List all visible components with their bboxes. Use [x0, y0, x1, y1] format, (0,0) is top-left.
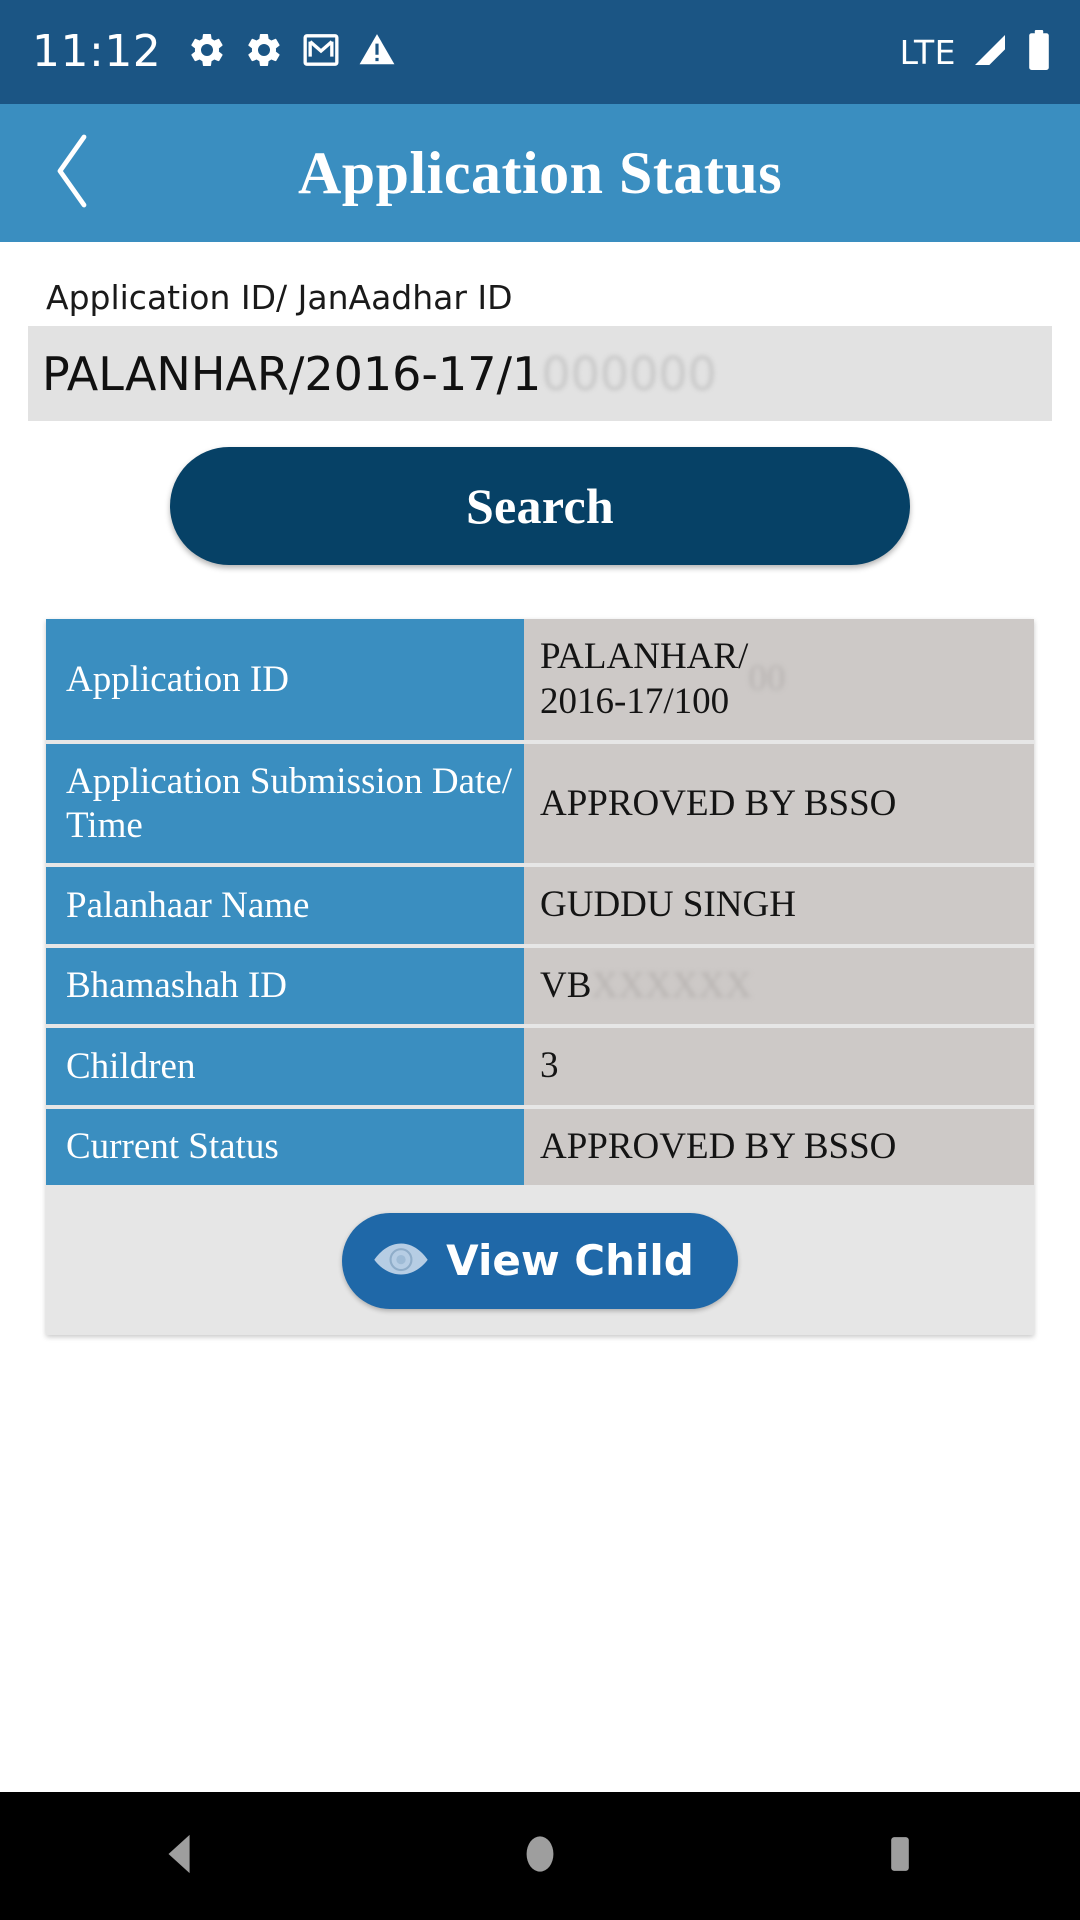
- settings-gear-icon: [244, 30, 284, 75]
- application-id-redacted-text: 000000: [541, 346, 717, 401]
- search-button-row: Search: [0, 447, 1080, 566]
- table-row-value: APPROVED BY BSSO: [524, 1108, 1034, 1185]
- table-row: Palanhaar Name GUDDU SINGH: [46, 867, 1034, 944]
- main-content: Application ID/ JanAadhar ID PALANHAR/20…: [0, 242, 1080, 1792]
- network-type-label: LTE: [899, 32, 956, 72]
- status-bar-system-icons: LTE: [900, 29, 1054, 76]
- settings-gear-icon: [187, 30, 227, 75]
- nav-back-button[interactable]: [90, 1792, 270, 1920]
- app-bar: Application Status: [0, 104, 1080, 242]
- result-rows-container: Application ID PALANHAR/ 2016-17/100 00 App…: [46, 619, 1034, 1185]
- phone-screen: 11:12 LTE Application Status Application…: [0, 0, 1080, 1920]
- table-row-label: Application ID: [46, 619, 524, 741]
- application-id-input-value: PALANHAR/2016-17/1000000: [42, 351, 717, 397]
- android-navigation-bar: [0, 1792, 1080, 1920]
- search-button[interactable]: Search: [170, 447, 910, 566]
- nav-back-triangle-icon: [157, 1831, 203, 1882]
- table-row-value-text: 3: [540, 1045, 559, 1087]
- nav-home-circle-icon: [517, 1831, 563, 1882]
- table-row-value-redacted: XXXXXX: [591, 964, 752, 1006]
- application-id-input[interactable]: PALANHAR/2016-17/1000000: [28, 326, 1052, 422]
- table-row-value-text: GUDDU SINGH: [540, 884, 796, 926]
- table-row-value: VB XXXXXX: [524, 947, 1034, 1025]
- gmail-icon: [301, 30, 341, 75]
- table-row: Application Submission Date/ Time APPROVE…: [46, 744, 1034, 864]
- table-row-label: Children: [46, 1028, 524, 1105]
- table-row: Current Status APPROVED BY BSSO: [46, 1108, 1034, 1185]
- page-title: Application Status: [297, 140, 783, 206]
- table-row-value: APPROVED BY BSSO: [524, 744, 1034, 864]
- table-row-label: Application Submission Date/ Time: [46, 744, 524, 864]
- application-id-visible-text: PALANHAR/2016-17/1: [42, 346, 542, 401]
- warning-triangle-icon: [358, 31, 396, 74]
- eye-icon: [372, 1238, 430, 1283]
- nav-home-button[interactable]: [450, 1792, 630, 1920]
- view-child-label: View Child: [446, 1235, 694, 1285]
- nav-recents-button[interactable]: [810, 1792, 990, 1920]
- result-table-footer: View Child: [46, 1188, 1034, 1335]
- result-table: Application ID PALANHAR/ 2016-17/100 00 App…: [46, 619, 1034, 1335]
- battery-full-icon: [1024, 29, 1054, 76]
- table-row-label: Palanhaar Name: [46, 867, 524, 944]
- table-row: Application ID PALANHAR/ 2016-17/100 00: [46, 619, 1034, 741]
- table-row-label: Bhamashah ID: [46, 947, 524, 1025]
- table-row-value-text: PALANHAR/ 2016-17/100: [540, 636, 749, 722]
- table-row-value: PALANHAR/ 2016-17/100 00: [524, 619, 1034, 741]
- status-bar-clock: 11:12: [32, 26, 162, 77]
- nav-recents-square-icon: [877, 1831, 923, 1882]
- table-row-value: GUDDU SINGH: [524, 867, 1034, 944]
- view-child-button[interactable]: View Child: [342, 1212, 738, 1309]
- table-row: Bhamashah ID VB XXXXXX: [46, 947, 1034, 1025]
- table-row-value: 3: [524, 1028, 1034, 1105]
- back-button[interactable]: [16, 104, 128, 242]
- table-row-value-text: APPROVED BY BSSO: [540, 1125, 897, 1167]
- table-row: Children 3: [46, 1028, 1034, 1105]
- chevron-left-icon: [48, 130, 96, 217]
- table-row-value-text: APPROVED BY BSSO: [540, 782, 897, 824]
- table-row-value-redacted: 00: [748, 658, 786, 700]
- table-row-label: Current Status: [46, 1108, 524, 1185]
- table-row-value-text: VB: [540, 964, 592, 1006]
- signal-bars-icon: [970, 30, 1010, 75]
- status-bar-notification-icons: [187, 30, 396, 75]
- status-bar: 11:12 LTE: [0, 0, 1080, 104]
- application-id-label: Application ID/ JanAadhar ID: [46, 278, 513, 317]
